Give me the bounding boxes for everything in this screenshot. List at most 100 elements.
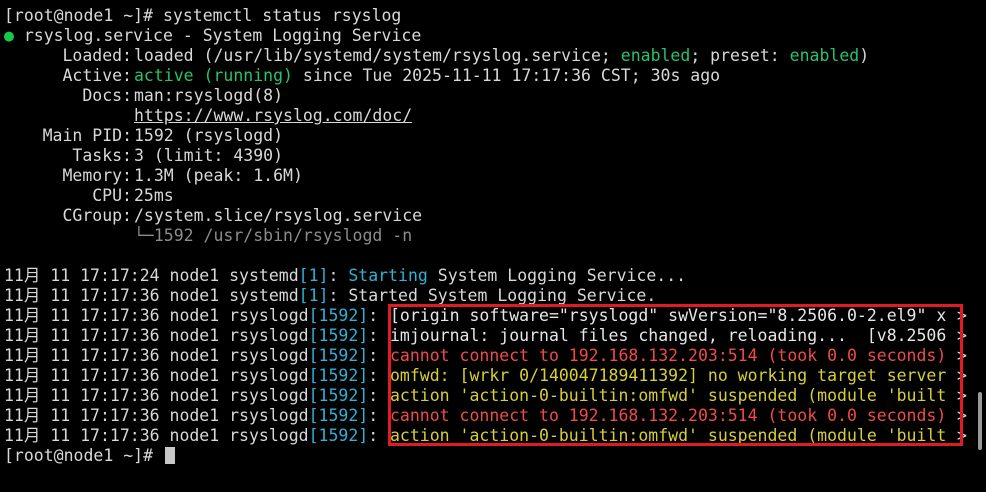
log-prefix: 11月 11 17:17:36 node1 rsyslogd (4, 366, 309, 385)
truncation-arrow-icon: > (956, 406, 968, 426)
log-prefix: 11月 11 17:17:36 node1 rsyslogd (4, 306, 309, 325)
log-prefix: 11月 11 17:17:36 node1 rsyslogd (4, 426, 309, 445)
log-prefix: 11月 11 17:17:36 node1 rsyslogd (4, 386, 309, 405)
log-msg-warning: action 'action-0-builtin:omfwd' suspende… (390, 426, 947, 445)
text-cursor (164, 447, 175, 464)
memory-line: Memory: 1.3M (peak: 1.6M) (4, 166, 968, 186)
log-msg-keyword: Starting (348, 266, 428, 285)
log-pid: [1592] (308, 386, 369, 405)
log-colon: : (368, 366, 379, 385)
log-colon: : (368, 326, 379, 345)
tree-process: 1592 /usr/sbin/rsyslogd -n (153, 226, 413, 245)
log-pid: [1592] (308, 346, 369, 365)
log-msg: System Logging Service... (427, 266, 687, 285)
cpu-label: CPU: (92, 186, 132, 205)
pid-value: 1592 (rsyslogd) (134, 126, 284, 145)
cpu-value: 25ms (134, 186, 174, 205)
docs-label: Docs: (82, 86, 132, 105)
log-line: 11月 11 17:17:36 node1 rsyslogd[1592]: omf… (4, 366, 968, 386)
log-line: 11月 11 17:17:36 node1 rsyslogd[1592]: [or… (4, 306, 968, 326)
log-line: 11月 11 17:17:36 node1 systemd[1]: Starte… (4, 286, 968, 306)
input-prompt-line[interactable]: [root@node1 ~]# (4, 446, 968, 466)
log-colon: : (328, 266, 339, 285)
log-pid: [1592] (308, 406, 369, 425)
tasks-label: Tasks: (72, 146, 132, 165)
pid-line: Main PID: 1592 (rsyslogd) (4, 126, 968, 146)
memory-value: 1.3M (peak: 1.6M) (134, 166, 303, 185)
cgroup-line: CGroup:/system.slice/rsyslog.service (4, 206, 968, 226)
truncation-arrow-icon: > (956, 346, 968, 366)
log-prefix: 11月 11 17:17:24 node1 systemd (4, 266, 299, 285)
log-colon: : (368, 306, 379, 325)
log-msg: [origin software="rsyslogd" swVersion="8… (390, 306, 947, 325)
terminal-output[interactable]: [root@node1 ~]# systemctl status rsyslog… (4, 6, 968, 466)
truncation-arrow-icon: > (956, 366, 968, 386)
truncation-arrow-icon: > (956, 426, 968, 446)
log-prefix: 11月 11 17:17:36 node1 rsyslogd (4, 406, 309, 425)
log-msg-error: cannot connect to 192.168.132.203:514 (t… (390, 346, 947, 365)
docs-url-link[interactable]: https://www.rsyslog.com/doc/ (134, 106, 412, 125)
log-line: 11月 11 17:17:24 node1 systemd[1]: Starti… (4, 266, 968, 286)
loaded-preset-value: enabled (789, 46, 860, 65)
log-pid: [1592] (308, 426, 369, 445)
log-prefix: 11月 11 17:17:36 node1 systemd (4, 286, 299, 305)
tasks-line: Tasks: 3 (limit: 4390) (4, 146, 968, 166)
loaded-enabled: enabled (620, 46, 691, 65)
log-msg: Started System Logging Service. (348, 286, 657, 305)
unit-description: System Logging Service (202, 26, 422, 45)
tree-branch-icon: └─ (134, 226, 154, 245)
unit-name: rsyslog.service (23, 26, 173, 45)
status-dot-icon: ● (4, 26, 14, 45)
log-prefix: 11月 11 17:17:36 node1 rsyslogd (4, 326, 309, 345)
log-pid: [1592] (308, 366, 369, 385)
command-text: systemctl status rsyslog (162, 6, 402, 25)
docs-line: Docs: man:rsyslogd(8) (4, 86, 968, 106)
log-colon: : (368, 406, 379, 425)
log-msg-warning: omfwd: [wrkr 0/140047189411392] no worki… (390, 366, 947, 385)
command-line: [root@node1 ~]# systemctl status rsyslog (4, 6, 968, 26)
log-colon: : (368, 346, 379, 365)
unit-header: ● rsyslog.service - System Logging Servi… (4, 26, 968, 46)
truncation-arrow-icon: > (956, 326, 968, 346)
cpu-line: CPU: 25ms (4, 186, 968, 206)
shell-prompt: [root@node1 ~]# (4, 446, 154, 465)
log-pid: [1] (298, 286, 329, 305)
active-label: Active: (62, 66, 132, 85)
log-msg-warning: action 'action-0-builtin:omfwd' suspende… (390, 386, 947, 405)
truncation-arrow-icon: > (956, 306, 968, 326)
log-msg: imjournal: journal files changed, reload… (390, 326, 947, 345)
log-pid: [1592] (308, 326, 369, 345)
log-colon: : (368, 426, 379, 445)
log-colon: : (368, 386, 379, 405)
loaded-preset-label: ; preset: (690, 46, 780, 65)
process-tree-line: └─1592 /usr/sbin/rsyslogd -n (4, 226, 968, 246)
log-line: 11月 11 17:17:36 node1 rsyslogd[1592]: can… (4, 406, 968, 426)
scrollbar-thumb[interactable] (978, 392, 982, 450)
tasks-value: 3 (limit: 4390) (134, 146, 284, 165)
loaded-close: ) (859, 46, 870, 65)
log-msg-error: cannot connect to 192.168.132.203:514 (t… (390, 406, 947, 425)
truncation-arrow-icon: > (956, 386, 968, 406)
memory-label: Memory: (62, 166, 132, 185)
active-since: since Tue 2025-11-11 17:17:36 CST; 30s a… (302, 66, 721, 85)
log-prefix: 11月 11 17:17:36 node1 rsyslogd (4, 346, 309, 365)
unit-separator: - (182, 26, 193, 45)
loaded-label: Loaded: (62, 46, 132, 65)
loaded-line: Loaded: loaded (/usr/lib/systemd/system/r… (4, 46, 968, 66)
log-line: 11月 11 17:17:36 node1 rsyslogd[1592]: imj… (4, 326, 968, 346)
log-line: 11月 11 17:17:36 node1 rsyslogd[1592]: act… (4, 386, 968, 406)
pid-label: Main PID: (42, 126, 132, 145)
cgroup-value: /system.slice/rsyslog.service (134, 206, 423, 225)
active-line: Active: active (running) since Tue 2025-1… (4, 66, 968, 86)
log-pid: [1592] (308, 306, 369, 325)
log-pid: [1] (298, 266, 329, 285)
docs-man: man:rsyslogd(8) (134, 86, 284, 105)
cgroup-label: CGroup: (62, 206, 132, 225)
log-line: 11月 11 17:17:36 node1 rsyslogd[1592]: act… (4, 426, 968, 446)
docs-url-line: https://www.rsyslog.com/doc/ (4, 106, 968, 126)
active-state: active (running) (134, 66, 293, 85)
loaded-path: loaded (/usr/lib/systemd/system/rsyslog.… (134, 46, 611, 65)
log-colon: : (328, 286, 339, 305)
shell-prompt: [root@node1 ~]# (4, 6, 154, 25)
